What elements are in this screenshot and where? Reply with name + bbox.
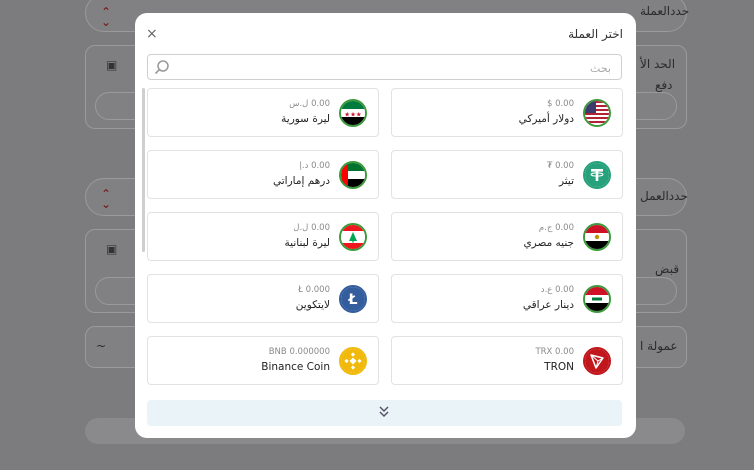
svg-text:★★★: ★★★ [344,111,362,119]
currency-balance: 0.00 $ [546,99,574,109]
currency-card-aed[interactable]: 0.00 د.إ درهم إماراتي [147,150,379,199]
bg-wallet-icon: ▣ [106,242,118,256]
currency-name: تيثر [558,175,574,187]
currency-balance: 0.00 ₮ [546,161,574,171]
currency-name: جنيه مصري [523,237,574,249]
currency-name: درهم إماراتي [272,175,330,187]
bg-label: عمولة ا [640,339,678,353]
litecoin-icon: Ł [339,285,367,313]
currency-name: دينار عراقي [522,299,574,311]
currency-name: TRON [544,361,574,373]
close-icon[interactable]: × [146,26,158,42]
currency-card-lbp[interactable]: 0.00 ل.ل ليرة لبنانية [147,212,379,261]
bg-chevron-icon: ⌃ ⌄ [100,5,112,29]
currency-card-ltc[interactable]: Ł 0.000 Ł لايتكوين [147,274,379,323]
currency-name: ليرة سورية [281,113,330,125]
svg-text:Ł: Ł [348,292,358,308]
currency-balance: 0.00 ل.س [289,99,330,109]
egypt-flag-icon [583,223,611,251]
uae-flag-icon [339,161,367,189]
tron-icon [583,347,611,375]
currency-balance: 0.00 ج.م [538,223,574,233]
scrollbar[interactable] [142,88,145,252]
bg-label: الحد الأ [640,57,676,71]
double-chevron-down-icon [379,406,389,418]
currency-name: ليرة لبنانية [284,237,330,249]
currency-balance: 0.00 د.إ [299,161,331,171]
bg-chevron-icon: ⌃ ⌄ [100,187,112,211]
tether-icon [583,161,611,189]
currency-card-iqd[interactable]: 0.00 ع.د دينار عراقي [391,274,623,323]
syria-flag-icon: ★★★ [339,99,367,127]
bg-tilde: ~ [96,339,107,353]
search-input[interactable] [179,56,613,80]
modal-title: اختر العملة [568,27,623,41]
lebanon-flag-icon [339,223,367,251]
usa-flag-icon [583,99,611,127]
currency-name: لايتكوين [295,299,330,311]
currency-balance: 0.00 ع.د [540,285,574,295]
bg-label: قبض [655,262,680,276]
bg-label: حددالعمل [640,189,688,203]
bg-wallet-icon: ▣ [106,58,118,72]
currency-name: Binance Coin [261,361,330,373]
currency-balance: 0.00 ل.ل [293,223,330,233]
currency-card-usdt[interactable]: 0.00 ₮ تيثر [391,150,623,199]
currency-card-syp[interactable]: ★★★ 0.00 ل.س ليرة سورية [147,88,379,137]
bg-label: دفع [655,78,673,92]
currency-card-trx[interactable]: TRX 0.00 TRON [391,336,623,385]
currency-card-egp[interactable]: 0.00 ج.م جنيه مصري [391,212,623,261]
currency-picker-modal: × اختر العملة 0.00 $ دولار أميركي [135,13,636,438]
binance-coin-icon [339,347,367,375]
currency-balance: 0.000 Ł [298,285,330,295]
currency-balance: TRX 0.00 [535,347,574,357]
search-icon [154,60,169,75]
iraq-flag-icon [583,285,611,313]
bg-label: حددالعملة [640,4,690,18]
currency-balance: BNB 0.000000 [268,347,330,357]
currency-name: دولار أميركي [518,113,574,125]
show-more-button[interactable] [147,400,622,426]
search-box [147,54,622,80]
currency-card-bnb[interactable]: BNB 0.000000 Binance Coin [147,336,379,385]
currency-card-usd[interactable]: 0.00 $ دولار أميركي [391,88,623,137]
